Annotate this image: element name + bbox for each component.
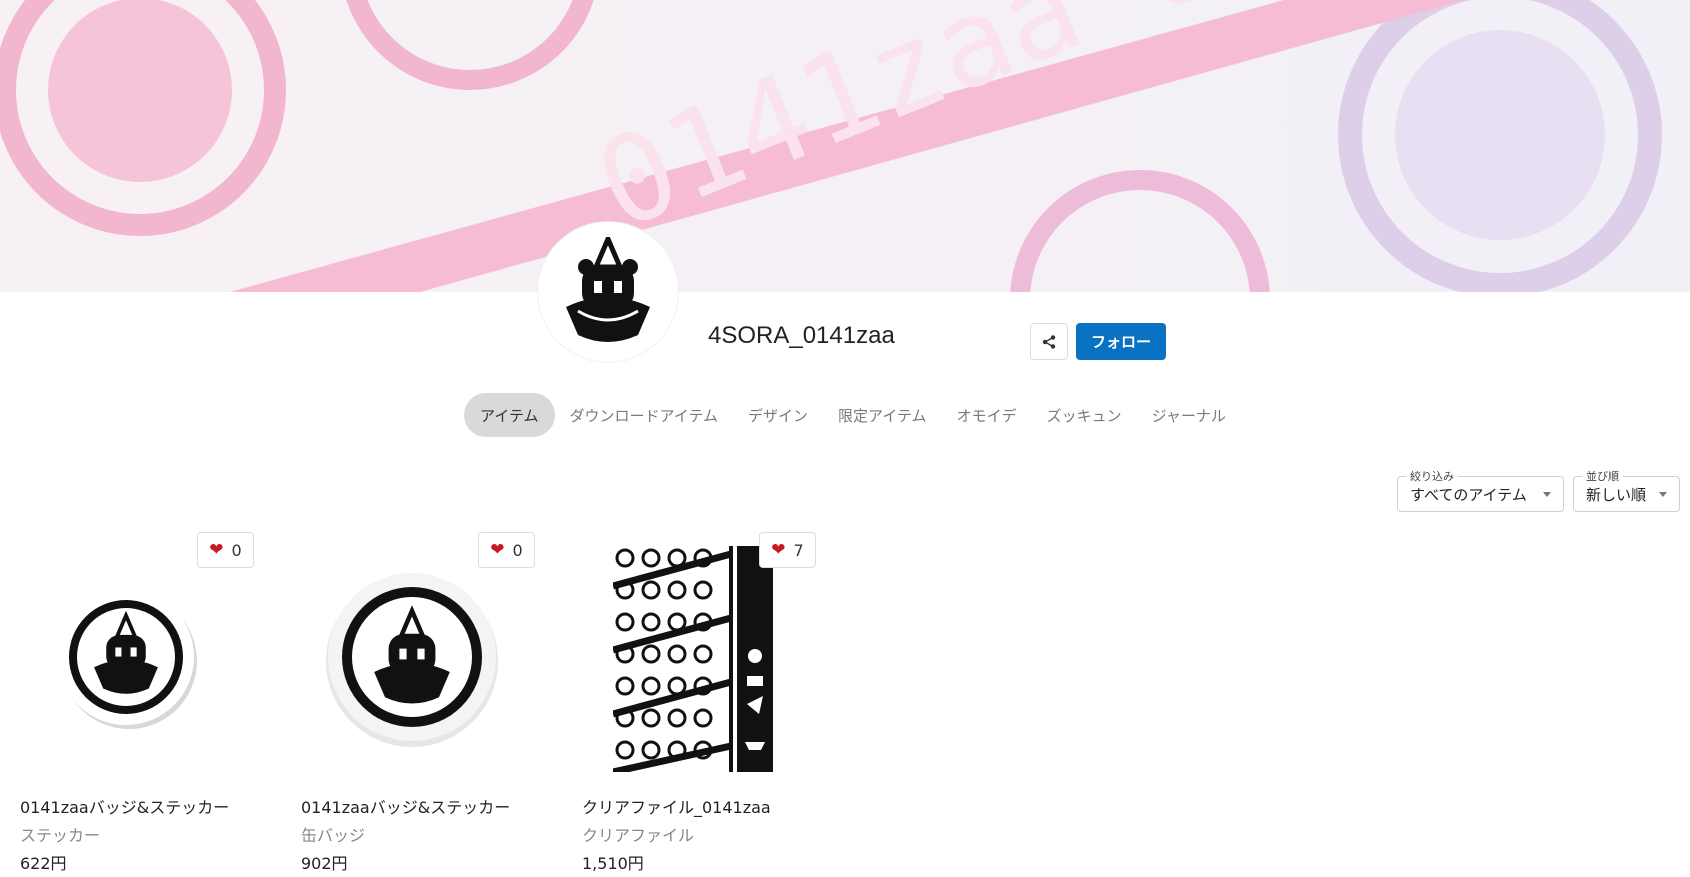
chevron-down-icon: [1659, 492, 1667, 497]
sort-select[interactable]: 並び順 新しい順: [1573, 468, 1680, 512]
shop-avatar[interactable]: [538, 222, 678, 362]
share-icon: [1042, 334, 1056, 349]
shop-header-banner: 0141zaa 0141zaa: [0, 0, 1690, 292]
tab-limited-items[interactable]: 限定アイテム: [823, 393, 942, 437]
tab-zukkyun[interactable]: ズッキュン: [1032, 393, 1137, 437]
shop-name: 4SORA_0141zaa: [708, 322, 895, 349]
filter-select[interactable]: 絞り込み すべてのアイテム: [1397, 468, 1564, 512]
product-category: 缶バッジ: [301, 826, 366, 845]
like-button[interactable]: ❤ 7: [759, 532, 816, 568]
filter-legend: 絞り込み: [1406, 468, 1458, 484]
like-count: 7: [793, 540, 804, 560]
product-price: 902円: [301, 854, 348, 873]
tab-journal[interactable]: ジャーナル: [1137, 393, 1241, 437]
heart-icon: ❤: [490, 539, 505, 560]
sort-legend: 並び順: [1582, 468, 1623, 484]
like-count: 0: [512, 540, 523, 560]
tab-designs[interactable]: デザイン: [733, 393, 823, 437]
product-price: 622円: [20, 854, 67, 873]
sort-value: 新しい順: [1586, 485, 1647, 504]
product-card[interactable]: ❤ 0 0141zaaバッジ&ステッカー ステッカー 622円: [0, 528, 262, 873]
follow-button[interactable]: フォロー: [1076, 323, 1166, 360]
heart-icon: ❤: [209, 539, 224, 560]
product-category: ステッカー: [20, 826, 101, 845]
product-title[interactable]: クリアファイル_0141zaa: [582, 794, 771, 818]
product-category: クリアファイル: [582, 826, 695, 845]
chevron-down-icon: [1543, 492, 1551, 497]
tab-download-items[interactable]: ダウンロードアイテム: [555, 393, 734, 437]
like-count: 0: [231, 540, 242, 560]
product-price: 1,510円: [582, 854, 644, 873]
tab-omoide[interactable]: オモイデ: [942, 393, 1032, 437]
like-button[interactable]: ❤ 0: [478, 532, 535, 568]
filter-value: すべてのアイテム: [1410, 485, 1527, 504]
heart-icon: ❤: [771, 539, 786, 560]
product-card[interactable]: ❤ 7 クリアファイル_0141zaa クリアファイル 1,510円: [562, 528, 824, 873]
product-card[interactable]: ❤ 0 0141zaaバッジ&ステッカー 缶バッジ 902円: [281, 528, 543, 873]
share-button[interactable]: [1030, 323, 1068, 360]
product-title[interactable]: 0141zaaバッジ&ステッカー: [20, 794, 229, 818]
banner-artwork: 0141zaa 0141zaa: [0, 0, 1690, 292]
tab-items[interactable]: アイテム: [464, 393, 555, 437]
product-title[interactable]: 0141zaaバッジ&ステッカー: [301, 794, 510, 818]
clear-file-image: [613, 546, 773, 772]
can-badge-image: [326, 573, 498, 747]
mascot-logo-icon: [566, 237, 650, 342]
sticker-image: [58, 589, 197, 729]
shop-tabs: アイテム ダウンロードアイテム デザイン 限定アイテム オモイデ ズッキュン ジ…: [464, 393, 1241, 437]
like-button[interactable]: ❤ 0: [197, 532, 254, 568]
